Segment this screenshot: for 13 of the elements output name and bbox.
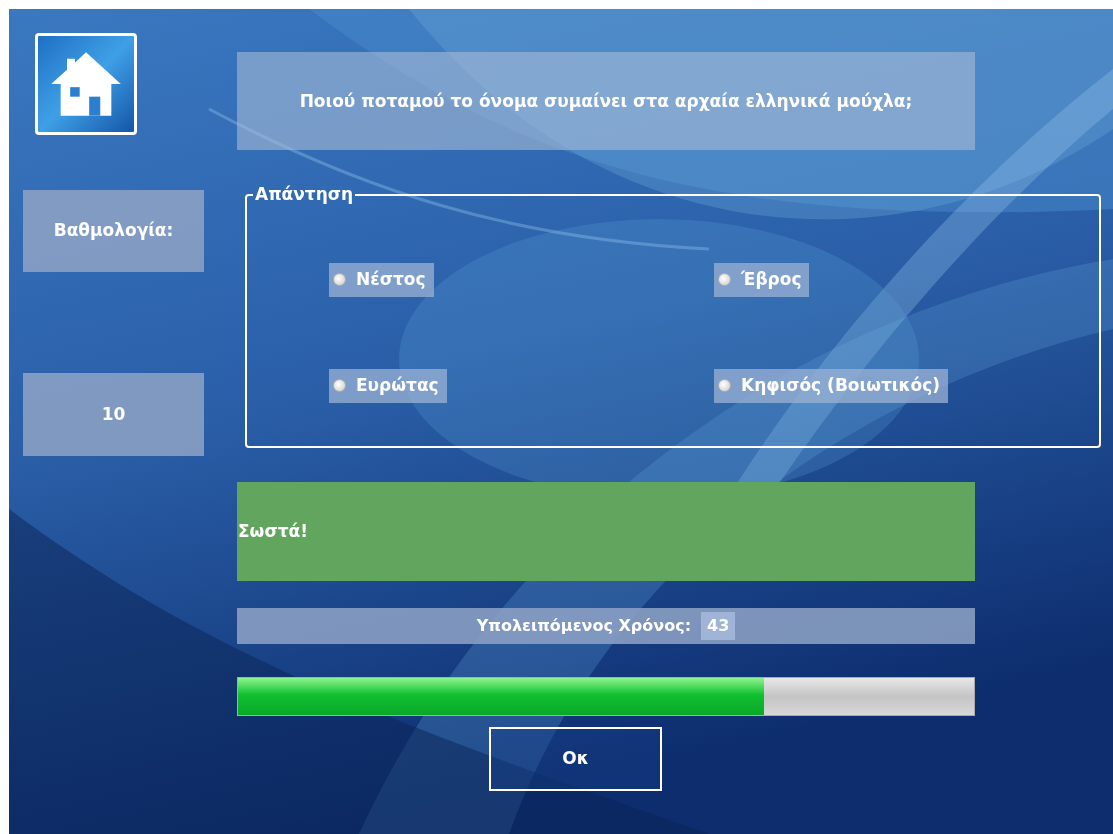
timer-value: 43 xyxy=(701,612,736,640)
feedback-banner: Σωστά! xyxy=(237,482,975,581)
score-value: 10 xyxy=(23,373,204,456)
answer-option[interactable]: Έβρος xyxy=(714,262,810,297)
answer-legend: Απάντηση xyxy=(253,182,356,208)
timer-label: Υπολειπόμενος Χρόνος: xyxy=(476,615,692,637)
question-text: Ποιού ποταμού το όνομα συμαίνει στα αρχαία ελληνικά μούχλα; xyxy=(237,52,975,150)
ok-button[interactable]: Οκ xyxy=(489,727,662,791)
home-button[interactable] xyxy=(35,33,137,135)
answer-option[interactable]: Κηφισός (Βοιωτικός) xyxy=(714,368,948,403)
score-label: Βαθμολογία: xyxy=(23,190,204,272)
answer-option[interactable]: Νέστος xyxy=(329,262,434,297)
answer-option[interactable]: Ευρώτας xyxy=(329,368,447,403)
